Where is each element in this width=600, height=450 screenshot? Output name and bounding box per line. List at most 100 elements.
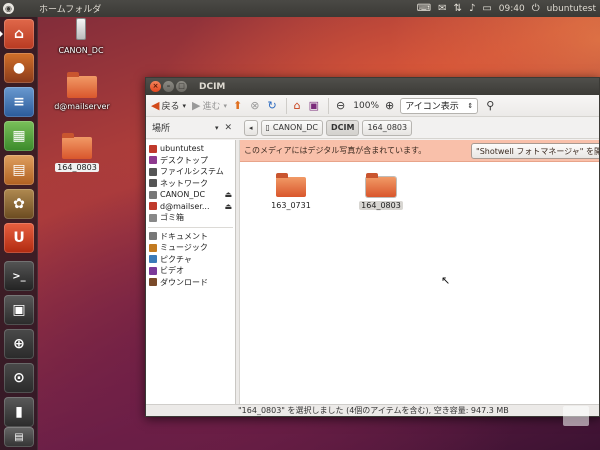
launcher-usb-device[interactable]: ▮ [4, 397, 34, 427]
back-label: 戻る [161, 102, 180, 112]
home-button[interactable]: ⌂ [292, 97, 305, 115]
back-button[interactable]: ◀ 戻る ▾ [149, 97, 188, 115]
sidebar-item-label: ドキュメント [160, 231, 208, 241]
file-item-label: 164_0803 [359, 201, 403, 210]
close-icon[interactable]: ✕ [224, 123, 232, 133]
launcher-impress[interactable]: ▤ [4, 155, 34, 185]
launcher-software-center[interactable]: ✿ [4, 189, 34, 219]
network-share-icon [149, 202, 157, 211]
music-folder-icon [149, 243, 157, 252]
launcher-trash[interactable]: ▤ [4, 427, 34, 447]
sidebar-item-canon-dc[interactable]: CANON_DC ⏏ [146, 189, 235, 201]
forward-arrow-icon: ▶ [192, 99, 201, 112]
window-body: ubuntutest デスクトップ ファイルシステム ネットワーク CANON_… [146, 140, 600, 406]
home-folder-icon [149, 144, 157, 153]
file-item-164-0803[interactable]: 164_0803 [351, 173, 411, 210]
sidebar-item-music[interactable]: ミュージック [146, 242, 235, 254]
sidebar-item-downloads[interactable]: ダウンロード [146, 277, 235, 289]
launcher-home-folder[interactable]: ⌂ [0, 19, 34, 49]
toolbar-divider [328, 97, 330, 114]
reload-button[interactable]: ↻ [265, 97, 280, 115]
sidebar-item-pictures[interactable]: ピクチャ [146, 254, 235, 266]
desktop-icon-mailserver[interactable]: d@mailserver [50, 72, 114, 111]
volume-icon[interactable]: ♪ [469, 3, 475, 14]
stop-icon: ⊗ [250, 99, 260, 112]
power-icon[interactable]: ⏻ [532, 3, 540, 14]
launcher-ubuntu-one[interactable]: U [4, 223, 34, 253]
back-arrow-icon: ◀ [151, 99, 160, 112]
launcher-writer[interactable]: ≡ [4, 87, 34, 117]
file-view[interactable]: このメディアにはデジタル写真が含まれています。 "Shotwell フォトマネー… [240, 140, 600, 406]
sidebar-item-label: ファイルシステム [160, 167, 224, 177]
launcher-workspace-switcher[interactable]: ▣ [4, 295, 34, 325]
window-titlebar[interactable]: × – □ DCIM [146, 78, 599, 95]
launcher-terminal[interactable]: >_ [4, 261, 34, 291]
sidebar-item-home[interactable]: ubuntutest [146, 143, 235, 155]
forward-label: 進む [202, 102, 221, 112]
desktop-icon-label: CANON_DC [58, 46, 104, 55]
chevron-left-icon: ◂ [249, 123, 253, 132]
folder-icon [366, 173, 396, 197]
sidebar-item-filesystem[interactable]: ファイルシステム [146, 166, 235, 178]
sidebar-item-label: ピクチャ [160, 254, 192, 264]
usb-drive-icon: ▯ [265, 123, 270, 132]
sidebar-item-trash[interactable]: ゴミ箱 [146, 212, 235, 224]
open-shotwell-button[interactable]: "Shotwell フォトマネージャ" を開 [471, 143, 600, 159]
launcher-applications-lens[interactable]: ⊕ [4, 329, 34, 359]
path-crumb-canon-dc[interactable]: ▯ CANON_DC [260, 119, 323, 136]
file-item-163-0731[interactable]: 163_0731 [261, 173, 321, 210]
info-bar-message: このメディアにはデジタル写真が含まれています。 [244, 146, 427, 155]
sidebar-item-label: ubuntutest [160, 144, 204, 154]
zoom-out-button[interactable]: ⊖ [334, 97, 349, 115]
launcher-firefox[interactable]: ● [4, 53, 34, 83]
minimize-icon[interactable]: – [163, 81, 174, 92]
user-name[interactable]: ubuntutest [547, 4, 596, 14]
sidebar-item-label: ゴミ箱 [160, 213, 184, 223]
launcher-files-lens[interactable]: ⊙ [4, 363, 34, 393]
forward-button[interactable]: ▶ 進む ▾ [190, 97, 229, 115]
keyboard-icon[interactable]: ⌨ [417, 3, 431, 14]
documents-folder-icon [149, 232, 157, 241]
impress-icon: ▤ [12, 162, 26, 178]
home-folder-icon: ⌂ [13, 26, 25, 42]
open-shotwell-label: "Shotwell フォトマネージャ" を開 [476, 146, 600, 156]
stop-button[interactable]: ⊗ [248, 97, 263, 115]
sidebar-item-videos[interactable]: ビデオ [146, 265, 235, 277]
eject-icon[interactable]: ⏏ [224, 190, 232, 199]
eject-icon[interactable]: ⏏ [224, 202, 232, 211]
mail-icon[interactable]: ✉ [438, 3, 446, 14]
folder-icon [276, 173, 306, 197]
computer-button[interactable]: ▣ [307, 97, 323, 115]
dash-button[interactable]: ◉ [0, 0, 17, 17]
trash-icon: ▤ [14, 431, 24, 443]
zoom-in-button[interactable]: ⊕ [383, 97, 398, 115]
up-button[interactable]: ⬆ [231, 97, 246, 115]
maximize-icon[interactable]: □ [176, 81, 187, 92]
launcher-calc[interactable]: ▦ [4, 121, 34, 151]
desktop-icon-canon-dc[interactable]: CANON_DC [56, 18, 106, 55]
ubuntu-one-icon: U [13, 230, 25, 246]
battery-icon[interactable]: ▭ [482, 3, 491, 14]
terminal-icon: >_ [12, 270, 26, 282]
sidebar-item-mailserver[interactable]: d@mailser... ⏏ [146, 201, 235, 213]
view-mode-select[interactable]: アイコン表示 ⇕ [400, 97, 479, 114]
close-icon[interactable]: × [150, 81, 161, 92]
path-crumb-dcim[interactable]: DCIM [326, 119, 360, 136]
search-button[interactable]: ⚲ [484, 97, 498, 115]
zoom-in-icon: ⊕ [385, 99, 395, 112]
clock[interactable]: 09:40 [499, 4, 525, 14]
network-share-icon [67, 72, 97, 98]
network-icon[interactable]: ⇅ [454, 3, 462, 14]
sidebar-item-desktop[interactable]: デスクトップ [146, 155, 235, 167]
mouse-cursor-icon: ↖ [441, 274, 451, 287]
sidebar-item-documents[interactable]: ドキュメント [146, 231, 235, 243]
sidebar-divider [148, 226, 233, 228]
sidebar-item-network[interactable]: ネットワーク [146, 178, 235, 190]
desktop-icon-164-0803[interactable]: 164_0803 [52, 133, 102, 172]
usb-drive-icon [76, 18, 86, 40]
path-crumb-164-0803[interactable]: 164_0803 [362, 119, 413, 136]
path-scroll-left-button[interactable]: ◂ [244, 119, 258, 136]
media-info-bar: このメディアにはデジタル写真が含まれています。 "Shotwell フォトマネー… [240, 140, 600, 162]
calc-icon: ▦ [12, 128, 26, 144]
chevron-down-icon[interactable]: ▾ [215, 124, 219, 132]
